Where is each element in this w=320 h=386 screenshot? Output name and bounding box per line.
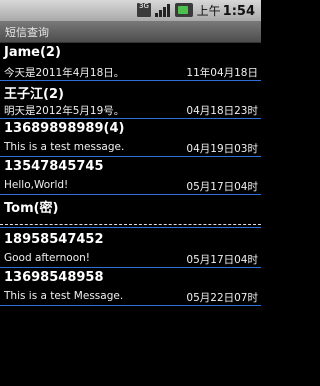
divider [0,223,261,230]
status-bar: 3G 上午 1:54 [0,0,261,22]
contact-name: 13547845745 [4,159,104,174]
contact-name: 18958547452 [4,232,104,247]
message-preview: Hello,World! [4,179,69,191]
message-preview: 今天是2011年4月18日。 [4,67,125,79]
status-icons: 3G [137,3,193,17]
contact-name: 13698548958 [4,270,104,285]
message-date: 05月22日07时 [186,292,258,304]
title-bar: 短信查询 [0,22,261,43]
message-preview: This is a test Message. [4,290,124,302]
message-preview: 明天是2012年5月19号。 [4,105,125,117]
message-date: 05月17日04时 [186,181,258,193]
message-preview: Good afternoon! [4,252,91,264]
list-item[interactable]: 13689898989(4) This is a test message. 0… [0,119,261,157]
message-date: 05月17日04时 [186,254,258,266]
list-item[interactable]: Tom(密) [0,195,261,223]
message-date: 11年04月18日 [186,67,258,79]
network-label: 3G [139,2,149,10]
list-item[interactable]: Jame(2) 今天是2011年4月18日。 11年04月18日 [0,43,261,81]
contact-name: 王子江(2) [4,87,64,102]
message-preview: This is a test message. [4,141,125,153]
contact-name: Tom(密) [4,201,59,216]
clock-time: 1:54 [222,4,255,19]
battery-icon [175,3,193,17]
message-date: 04月18日23时 [186,105,258,117]
clock-ampm: 上午 [196,4,221,18]
list-item[interactable]: 18958547452 Good afternoon! 05月17日04时 [0,230,261,268]
status-clock: 上午 1:54 [197,2,255,19]
list-item[interactable]: 13547845745 Hello,World! 05月17日04时 [0,157,261,195]
message-date: 04月19日03时 [186,143,258,155]
list-item[interactable]: 王子江(2) 明天是2012年5月19号。 04月18日23时 [0,81,261,119]
signal-bars-icon [155,3,171,17]
list-item[interactable]: 13698548958 This is a test Message. 05月2… [0,268,261,306]
message-list[interactable]: Jame(2) 今天是2011年4月18日。 11年04月18日 王子江(2) … [0,43,261,306]
network-3g-icon: 3G [137,3,151,17]
page-title: 短信查询 [5,26,49,39]
contact-name: 13689898989(4) [4,121,125,136]
contact-name: Jame(2) [4,45,61,60]
